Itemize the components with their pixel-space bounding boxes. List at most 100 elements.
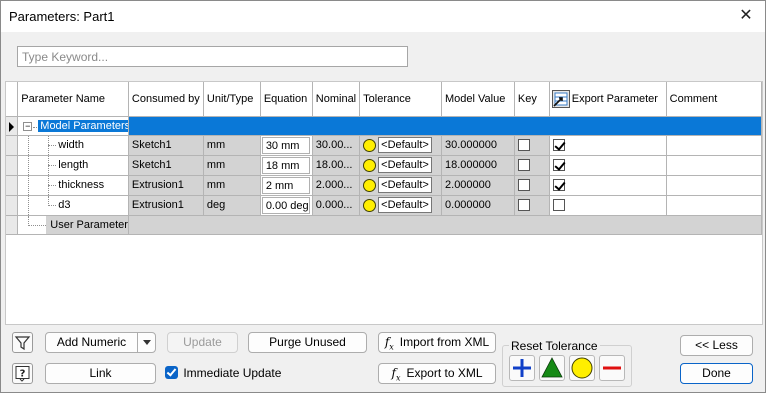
group-row-user-parameters[interactable]: User Parameters (6, 215, 762, 235)
help-button[interactable]: ? (12, 363, 33, 384)
table-row[interactable]: length Sketch1 mm 18 mm 18.00... <Defaul… (6, 155, 762, 176)
param-name-cell[interactable]: d3 (17, 195, 129, 216)
reset-tolerance-lower-button[interactable] (599, 355, 625, 381)
unit-cell[interactable]: mm (203, 175, 261, 196)
equation-cell[interactable]: 2 mm (260, 175, 313, 196)
tree-connector (48, 184, 57, 186)
unit-cell[interactable]: deg (203, 195, 261, 216)
row-header[interactable] (6, 195, 19, 216)
comment-cell[interactable] (666, 175, 762, 196)
export-to-xml-button[interactable]: fx Export to XML (378, 363, 496, 384)
key-cell (514, 155, 550, 176)
tolerance-value[interactable]: <Default> (378, 197, 432, 213)
export-checkbox[interactable] (552, 199, 565, 212)
key-cell (514, 195, 550, 216)
key-cell (514, 175, 550, 196)
equation-cell[interactable]: 18 mm (260, 155, 313, 176)
nominal-cell: 2.000... (312, 175, 361, 196)
group-row-model-parameters[interactable]: − Model Parameters (6, 116, 762, 136)
equation-field[interactable]: 0.00 deg (261, 196, 310, 214)
tolerance-value[interactable]: <Default> (378, 157, 432, 173)
key-checkbox[interactable] (517, 199, 530, 212)
done-button[interactable]: Done (680, 363, 753, 384)
export-checkbox[interactable] (552, 159, 565, 172)
reset-tolerance-nominal-button[interactable] (569, 355, 595, 381)
comment-cell[interactable] (666, 155, 762, 176)
consumed-by-cell: Sketch1 (128, 155, 204, 176)
tolerance-cell[interactable]: <Default> (359, 195, 443, 216)
immediate-update-toggle[interactable]: Immediate Update (165, 365, 281, 381)
search-input[interactable] (17, 46, 408, 67)
tolerance-cell[interactable]: <Default> (359, 155, 443, 176)
comment-cell[interactable] (666, 135, 762, 156)
key-checkbox[interactable] (517, 159, 530, 172)
tolerance-value[interactable]: <Default> (378, 177, 432, 193)
filter-button[interactable] (12, 332, 33, 353)
key-checkbox[interactable] (517, 139, 530, 152)
unit-cell[interactable]: mm (203, 135, 261, 156)
collapse-icon[interactable]: − (23, 121, 33, 131)
key-checkbox[interactable] (517, 179, 530, 192)
tree-cell-user-parameters[interactable]: User Parameters (17, 215, 129, 235)
link-button[interactable]: Link (45, 363, 156, 384)
immediate-update-checkbox[interactable] (165, 366, 178, 380)
add-numeric-label: Add Numeric (56, 335, 127, 349)
tolerance-cell[interactable]: <Default> (359, 135, 443, 156)
col-header-nominal[interactable]: Nominal (312, 82, 361, 117)
close-icon[interactable]: ✕ (733, 3, 759, 29)
plus-icon (513, 359, 531, 377)
col-header-equation[interactable]: Equation (260, 82, 313, 117)
row-header[interactable] (6, 175, 19, 196)
import-from-xml-button[interactable]: fx Import from XML (378, 332, 496, 353)
equation-cell[interactable]: 30 mm (260, 135, 313, 156)
table-row[interactable]: thickness Extrusion1 mm 2 mm 2.000... <D… (6, 175, 762, 196)
equation-cell[interactable]: 0.00 deg (260, 195, 313, 216)
equation-field[interactable]: 18 mm (261, 156, 310, 174)
tolerance-cell[interactable]: <Default> (359, 175, 443, 196)
tolerance-circle-icon (363, 178, 377, 192)
col-header-tolerance[interactable]: Tolerance (359, 82, 443, 117)
export-checkbox[interactable] (552, 179, 565, 192)
table-row[interactable]: width Sketch1 mm 30 mm 30.00... <Default… (6, 135, 762, 156)
model-value-cell: 0.000000 (441, 195, 515, 216)
equation-field[interactable]: 30 mm (261, 136, 310, 154)
tree-cell-model-parameters[interactable]: − Model Parameters (17, 116, 129, 136)
reset-tolerance-median-button[interactable] (539, 355, 565, 381)
export-cell (549, 175, 667, 196)
title-bar: Parameters: Part1 ✕ (1, 1, 765, 32)
row-header[interactable] (6, 155, 19, 176)
export-cell (549, 155, 667, 176)
param-name-cell[interactable]: width (17, 135, 129, 156)
row-header[interactable] (6, 135, 19, 156)
tolerance-value[interactable]: <Default> (378, 137, 432, 153)
reset-tolerance-upper-button[interactable] (509, 355, 535, 381)
less-button[interactable]: << Less (680, 335, 753, 356)
row-header[interactable] (6, 116, 19, 136)
export-checkbox[interactable] (552, 139, 565, 152)
circle-icon (571, 357, 593, 379)
update-button[interactable]: Update (167, 332, 238, 353)
col-header-comment[interactable]: Comment (666, 82, 762, 117)
param-name-cell[interactable]: thickness (17, 175, 129, 196)
row-header[interactable] (6, 215, 19, 235)
col-header-unit-type[interactable]: Unit/Type (203, 82, 261, 117)
help-icon: ? (15, 366, 30, 382)
row-header-corner (6, 82, 19, 117)
group-label: Model Parameters (38, 119, 128, 132)
tree-connector (48, 144, 57, 146)
nominal-cell: 0.000... (312, 195, 361, 216)
comment-cell[interactable] (666, 195, 762, 216)
equation-field[interactable]: 2 mm (261, 176, 310, 194)
add-numeric-button[interactable]: Add Numeric (45, 332, 156, 353)
immediate-update-label: Immediate Update (183, 365, 282, 380)
col-header-parameter-name[interactable]: Parameter Name (17, 82, 129, 117)
col-header-model-value[interactable]: Model Value (441, 82, 515, 117)
chevron-down-icon[interactable] (137, 333, 155, 352)
unit-cell[interactable]: mm (203, 155, 261, 176)
purge-unused-button[interactable]: Purge Unused (248, 332, 367, 353)
param-name-cell[interactable]: length (17, 155, 129, 176)
col-header-consumed-by[interactable]: Consumed by (128, 82, 204, 117)
col-header-export-parameter[interactable]: Export Parameter (549, 82, 667, 117)
table-row[interactable]: d3 Extrusion1 deg 0.00 deg 0.000... <Def… (6, 195, 762, 216)
col-header-key[interactable]: Key (514, 82, 550, 117)
